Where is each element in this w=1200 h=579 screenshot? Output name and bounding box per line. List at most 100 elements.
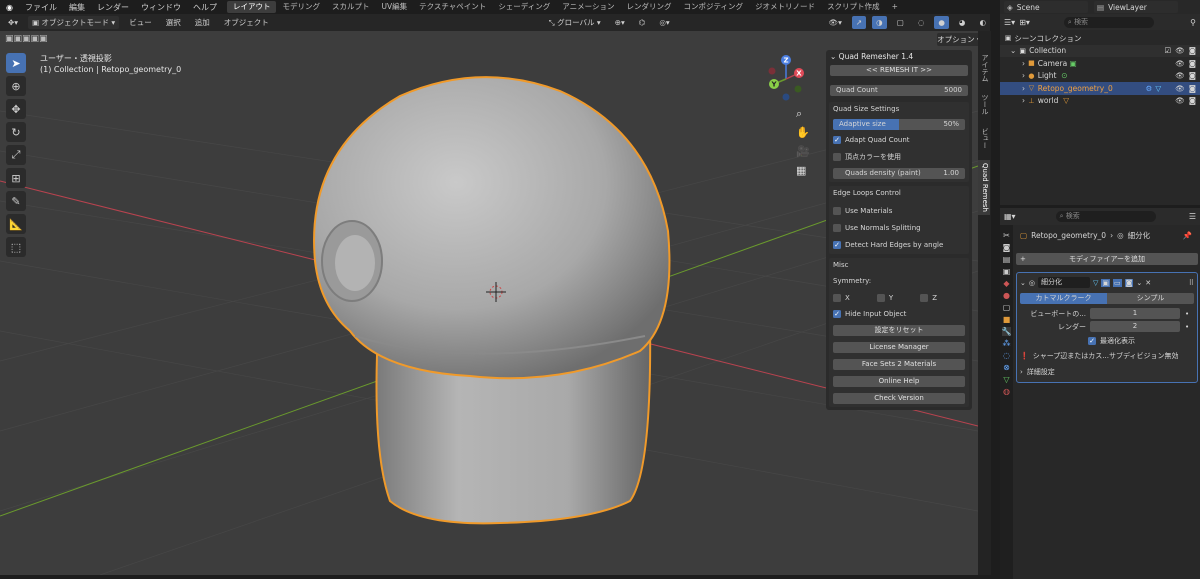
view-layer-tab-icon[interactable]: ▣: [1003, 267, 1011, 276]
cursor-tool-icon[interactable]: ⊕: [6, 76, 26, 96]
shading-solid-icon[interactable]: ●: [934, 16, 949, 29]
expand-icon[interactable]: ›: [1020, 368, 1023, 376]
outliner-filter-icon[interactable]: ⊞▾: [1019, 18, 1030, 27]
material-tab-icon[interactable]: ◍: [1003, 387, 1010, 396]
visibility-icon[interactable]: 👁▾: [825, 16, 846, 29]
annotate-tool-icon[interactable]: ✎: [6, 191, 26, 211]
outliner-item-light[interactable]: › ● Light ⊙ 👁 ◙: [1000, 70, 1200, 83]
shading-material-icon[interactable]: ◕: [955, 16, 970, 29]
rotate-tool-icon[interactable]: ↻: [6, 122, 26, 142]
workspace-tab-modeling[interactable]: モデリング: [276, 1, 326, 13]
transform-tool-icon[interactable]: ⊞: [6, 168, 26, 188]
shading-wireframe-icon[interactable]: ◌: [914, 16, 929, 29]
sidebar-tab-view[interactable]: ビュー: [978, 128, 990, 149]
workspace-tab-layout[interactable]: レイアウト: [226, 1, 277, 13]
collapse-icon[interactable]: ⌄: [1020, 279, 1026, 287]
properties-search-field[interactable]: ⌕ 検索: [1055, 211, 1156, 222]
use-vertex-color-checkbox[interactable]: 頂点カラーを使用: [833, 151, 965, 163]
sidebar-tab-item[interactable]: アイテム: [978, 54, 990, 82]
advanced-label[interactable]: 詳細設定: [1027, 367, 1055, 377]
render-camera-icon[interactable]: ◙: [1189, 59, 1196, 68]
output-tab-icon[interactable]: ▤: [1003, 255, 1011, 264]
outliner-item-retopo-geometry[interactable]: › ▽ Retopo_geometry_0 ⚙ ▽ 👁 ◙: [1000, 82, 1200, 95]
outliner-item-camera[interactable]: › ■ Camera ▣ 👁 ◙: [1000, 57, 1200, 70]
scale-tool-icon[interactable]: ⤢: [6, 145, 26, 165]
sidebar-tab-tool[interactable]: ツール: [978, 94, 990, 115]
keyframe-dot-icon[interactable]: •: [1185, 310, 1189, 318]
pan-hand-icon[interactable]: ✋: [796, 126, 810, 139]
view-layer-selector[interactable]: ▤ ViewLayer: [1094, 1, 1178, 13]
workspace-tab-texture-paint[interactable]: テクスチャペイント: [413, 1, 492, 13]
workspace-tab-geometry-nodes[interactable]: ジオメトリノード: [749, 1, 821, 13]
workspace-tab-rendering[interactable]: レンダリング: [621, 1, 678, 13]
symmetry-y-checkbox[interactable]: Y: [876, 292, 893, 304]
data-tab-icon[interactable]: ▽: [1003, 375, 1009, 384]
scene-tab-icon[interactable]: ◆: [1003, 279, 1009, 288]
workspace-tab-compositing[interactable]: コンポジティング: [678, 1, 750, 13]
render-toggle-icon[interactable]: ◙: [1124, 278, 1134, 287]
dropdown-icon[interactable]: ⌄: [1136, 279, 1142, 287]
render-camera-icon[interactable]: ◙: [1189, 46, 1196, 55]
object-tab-icon[interactable]: ■: [1003, 315, 1011, 324]
render-tab-icon[interactable]: ◙: [1003, 243, 1011, 252]
check-version-button[interactable]: Check Version: [833, 393, 965, 404]
add-cube-tool-icon[interactable]: ⬚: [6, 237, 26, 257]
world-tab-icon[interactable]: ●: [1003, 291, 1010, 300]
mode-selector[interactable]: ▣ オブジェクトモード ▾: [28, 16, 120, 29]
menu-window[interactable]: ウィンドウ: [135, 2, 187, 13]
catmull-clark-toggle[interactable]: カトマルクラーク: [1020, 293, 1107, 304]
symmetry-z-checkbox[interactable]: Z: [920, 292, 937, 304]
modifier-tab-icon[interactable]: 🔧: [1001, 327, 1012, 336]
constraints-tab-icon[interactable]: ⊗: [1003, 363, 1010, 372]
eye-icon[interactable]: 👁: [1175, 71, 1185, 80]
cage-toggle-icon[interactable]: ▣: [1101, 278, 1110, 287]
select-mode-icons[interactable]: ▣▣▣▣▣: [5, 34, 48, 44]
particles-tab-icon[interactable]: ⁂: [1003, 339, 1011, 348]
workspace-tab-sculpt[interactable]: スカルプト: [326, 1, 376, 13]
orientation-selector[interactable]: ⤡ グローバル ▾: [545, 16, 605, 29]
face-sets-2-materials-button[interactable]: Face Sets 2 Materials: [833, 359, 965, 370]
online-help-button[interactable]: Online Help: [833, 376, 965, 387]
outliner-item-world[interactable]: › ⊥ world ▽ 👁 ◙: [1000, 95, 1200, 108]
menu-edit[interactable]: 編集: [63, 2, 91, 13]
optimal-display-checkbox[interactable]: ✓ 最適化表示: [1020, 335, 1194, 347]
options-button[interactable]: オプション ▾: [937, 33, 978, 46]
eye-icon[interactable]: 👁: [1175, 46, 1185, 55]
reset-settings-button[interactable]: 設定をリセット: [833, 325, 965, 336]
quads-density-field[interactable]: Quads density (paint) 1.00: [833, 168, 965, 179]
workspace-tab-animation[interactable]: アニメーション: [556, 1, 620, 13]
move-tool-icon[interactable]: ✥: [6, 99, 26, 119]
perspective-toggle-icon[interactable]: ▦: [796, 164, 806, 177]
outliner-search-field[interactable]: ⌕ 検索: [1063, 16, 1154, 28]
symmetry-x-checkbox[interactable]: X: [833, 292, 850, 304]
render-camera-icon[interactable]: ◙: [1189, 96, 1196, 105]
pivot-icon[interactable]: ⊕▾: [611, 16, 629, 29]
simple-toggle[interactable]: シンプル: [1107, 293, 1194, 304]
menu-file[interactable]: ファイル: [19, 2, 63, 13]
properties-editor-icon[interactable]: ▦▾: [1004, 212, 1016, 221]
keyframe-dot-icon[interactable]: •: [1185, 323, 1189, 331]
remesh-it-button[interactable]: << REMESH IT >>: [830, 65, 968, 76]
gizmo-toggle-icon[interactable]: ↗: [851, 16, 867, 29]
measure-tool-icon[interactable]: 📐: [6, 214, 26, 234]
eye-icon[interactable]: 👁: [1175, 84, 1185, 93]
add-modifier-button[interactable]: + モディファイアーを追加: [1016, 253, 1198, 265]
workspace-tab-uv[interactable]: UV編集: [375, 1, 413, 13]
menu-help[interactable]: ヘルプ: [187, 2, 223, 13]
physics-tab-icon[interactable]: ◌: [1003, 351, 1010, 360]
modifier-name-field[interactable]: 細分化: [1037, 277, 1090, 288]
eye-icon[interactable]: 👁: [1175, 59, 1185, 68]
camera-view-icon[interactable]: 🎥: [796, 145, 810, 158]
license-manager-button[interactable]: License Manager: [833, 342, 965, 353]
workspace-tab-shading[interactable]: シェーディング: [492, 1, 556, 13]
collection-tab-icon[interactable]: ▢: [1003, 303, 1011, 312]
pin-icon[interactable]: 📌: [1183, 231, 1192, 240]
blender-logo-icon[interactable]: ◉: [0, 3, 19, 12]
tool-tab-icon[interactable]: ✂: [1003, 231, 1010, 240]
workspace-tab-scripting[interactable]: スクリプト作成: [821, 1, 886, 13]
hide-input-object-checkbox[interactable]: ✓ Hide Input Object: [833, 308, 965, 320]
retopo-geometry-mesh[interactable]: [313, 76, 671, 525]
editmode-toggle-icon[interactable]: ▽: [1093, 279, 1098, 287]
menu-view[interactable]: ビュー: [125, 16, 156, 29]
render-levels-field[interactable]: 2: [1090, 321, 1180, 332]
